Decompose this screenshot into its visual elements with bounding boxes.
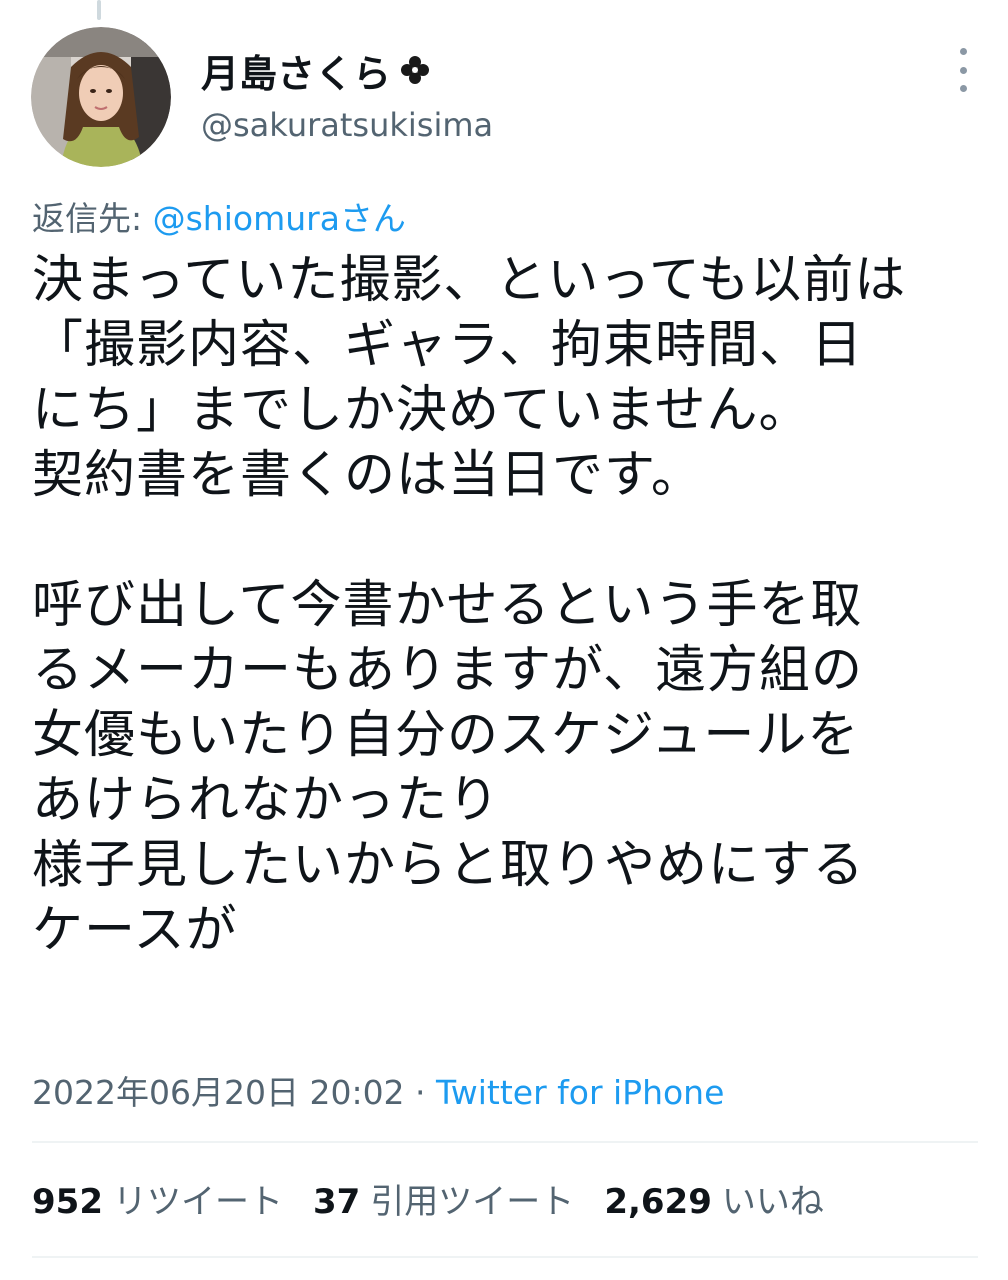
more-options-button[interactable] xyxy=(948,48,978,92)
author-name-text: 月島さくら xyxy=(201,51,392,96)
reply-to-line: 返信先: @shiomuraさん xyxy=(32,192,406,240)
tweet-line: るメーカーもありますが、遠方組の xyxy=(32,641,863,700)
tweet-meta: 2022年06月20日 20:02 · Twitter for iPhone xyxy=(32,1066,724,1114)
author-handle[interactable]: @sakuratsukisima xyxy=(201,106,493,144)
likes-label: いいね xyxy=(721,1182,824,1222)
tweet-line: 決まっていた撮影、といっても以前は xyxy=(32,251,907,310)
reply-mention-link[interactable]: @shiomuraさん xyxy=(153,199,406,238)
clover-icon xyxy=(401,56,430,84)
thread-connector-line xyxy=(97,0,101,20)
tweet-timestamp[interactable]: 2022年06月20日 20:02 xyxy=(32,1073,405,1112)
engagement-stats: 952 リツイート 37 引用ツイート 2,629 いいね xyxy=(32,1174,824,1223)
divider xyxy=(32,1256,978,1258)
tweet-line: 呼び出して今書かせるという手を取 xyxy=(32,576,863,635)
meta-separator: · xyxy=(404,1073,437,1112)
divider xyxy=(32,1141,978,1143)
quotes-stat[interactable]: 37 引用ツイート xyxy=(313,1174,574,1223)
quotes-label: 引用ツイート xyxy=(370,1182,575,1222)
tweet-source-link[interactable]: Twitter for iPhone xyxy=(436,1073,724,1112)
avatar-image xyxy=(31,27,171,167)
more-dot-icon xyxy=(959,85,967,92)
quotes-count: 37 xyxy=(312,1182,361,1222)
tweet-body: 決まっていた撮影、といっても以前は 「撮影内容、ギャラ、拘束時間、日 にち」まで… xyxy=(32,248,982,963)
tweet-line: 契約書を書くのは当日です。 xyxy=(32,446,703,505)
author-display-name[interactable]: 月島さくら xyxy=(201,44,433,96)
retweets-label: リツイート xyxy=(112,1182,283,1222)
reply-prefix: 返信先: xyxy=(32,199,153,238)
tweet-line: 様子見したいからと取りやめにする xyxy=(32,836,865,895)
more-dot-icon xyxy=(959,48,967,55)
more-dot-icon xyxy=(959,66,967,74)
tweet-line: あけられなかったり xyxy=(32,771,501,830)
likes-stat[interactable]: 2,629 いいね xyxy=(604,1174,824,1223)
tweet-line: にち」までしか決めていません。 xyxy=(32,381,811,440)
likes-count: 2,629 xyxy=(604,1182,712,1222)
avatar[interactable] xyxy=(31,27,171,167)
retweets-stat[interactable]: 952 リツイート xyxy=(32,1174,283,1223)
tweet-line: ケースが xyxy=(32,901,238,960)
tweet-line: 「撮影内容、ギャラ、拘束時間、日 xyxy=(32,316,863,375)
tweet-line: 女優もいたり自分のスケジュールを xyxy=(32,706,860,765)
retweets-count: 952 xyxy=(32,1182,103,1222)
